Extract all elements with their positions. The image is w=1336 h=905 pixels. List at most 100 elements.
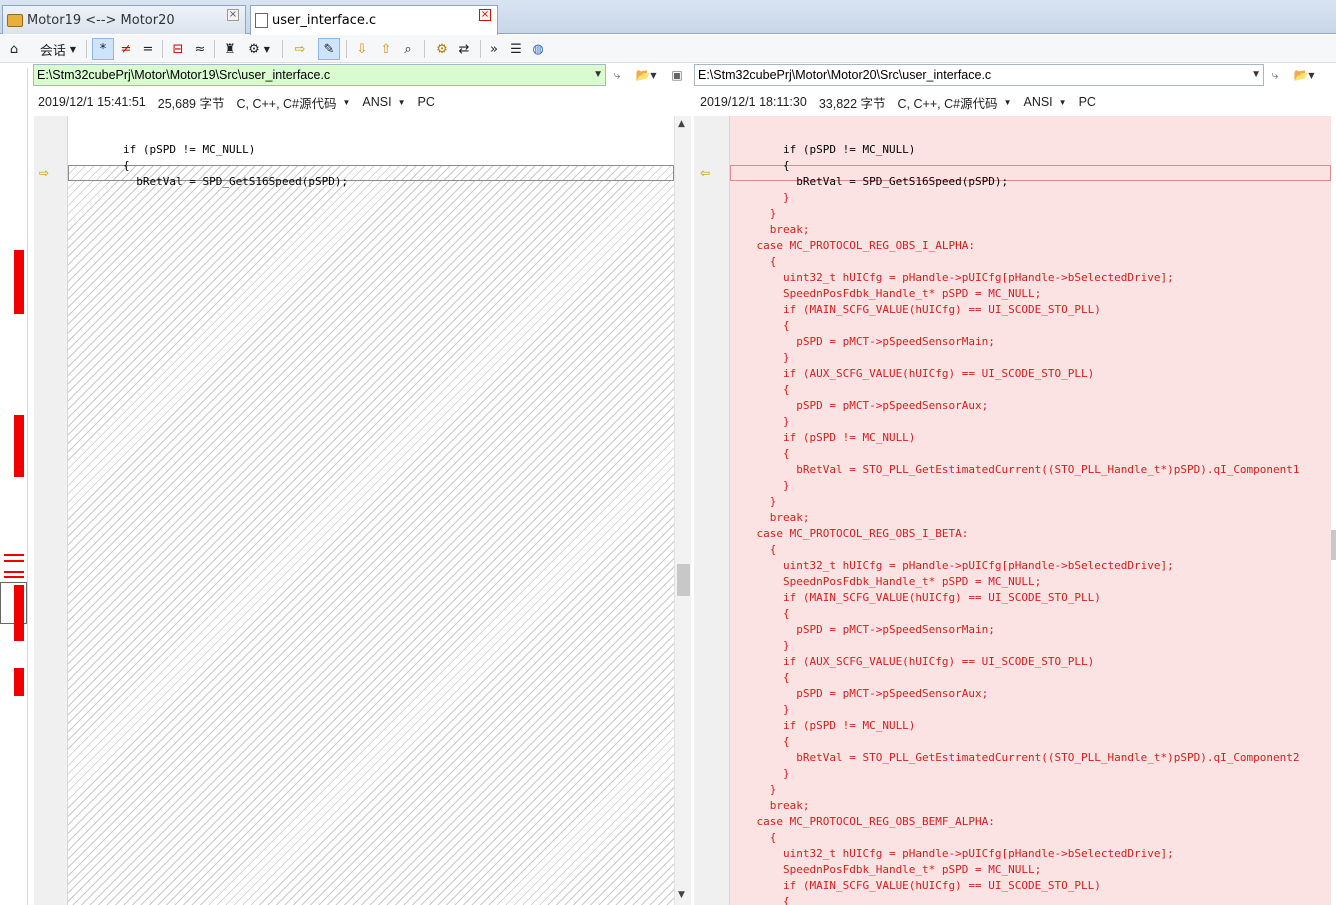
right-code-line: bRetVal = STO_PLL_GetEstimatedCurrent((S… xyxy=(730,463,1300,476)
toolbar: ⌂ 会话 ▼ * ≠ = ⊟ ≈ ♜ ⚙ ▼ ⇨ ✎ ⇩ ⇧ ⌕ ⚙ ⇄ » ☰ ◍ xyxy=(0,35,1336,63)
right-code-line: SpeednPosFdbk_Handle_t* pSPD = MC_NULL; xyxy=(730,863,1042,876)
folder-icon xyxy=(7,13,23,27)
right-code-line: uint32_t hUICfg = pHandle->pUICfg[pHandl… xyxy=(730,847,1174,860)
next-section-icon[interactable]: ⇨ xyxy=(290,38,310,60)
left-scrollbar[interactable]: ▲ ▼ xyxy=(674,116,691,905)
refresh-icon[interactable]: ⤷ xyxy=(608,66,626,84)
right-code-line: if (MAIN_SCFG_VALUE(hUICfg) == UI_SCODE_… xyxy=(730,591,1101,604)
swap-icon[interactable]: ⇄ xyxy=(454,38,474,60)
options-icon[interactable]: ⚙ xyxy=(432,38,452,60)
right-code-line: uint32_t hUICfg = pHandle->pUICfg[pHandl… xyxy=(730,559,1174,572)
left-file-info: 2019/12/1 15:41:51 25,689 字节 C, C++, C#源… xyxy=(38,92,447,112)
right-code-line: } xyxy=(730,783,777,796)
right-format[interactable]: C, C++, C#源代码 xyxy=(898,93,998,112)
session-label: 会话 xyxy=(39,43,66,59)
left-code-pane[interactable]: if (pSPD != MC_NULL) { bRetVal = SPD_Get… xyxy=(70,116,674,905)
right-size: 33,822 字节 xyxy=(818,96,886,111)
save-icon[interactable]: ▣ xyxy=(668,66,686,84)
right-code-line: } xyxy=(730,351,790,364)
right-code-line: } xyxy=(730,495,777,508)
left-code-line: { xyxy=(70,159,130,172)
right-code-line: break; xyxy=(730,799,810,812)
right-code-line: pSPD = pMCT->pSpeedSensorMain; xyxy=(730,335,995,348)
diff-context-icon[interactable]: ⊟ xyxy=(168,38,188,60)
right-date: 2019/12/1 18:11:30 xyxy=(700,95,807,109)
format-icon[interactable]: ⚙ ▼ xyxy=(244,38,274,60)
right-code-line: if (MAIN_SCFG_VALUE(hUICfg) == UI_SCODE_… xyxy=(730,303,1101,316)
chevron-down-icon[interactable]: ▼ xyxy=(593,65,603,85)
right-code-line: SpeednPosFdbk_Handle_t* pSPD = MC_NULL; xyxy=(730,575,1042,588)
right-code-line: } xyxy=(730,415,790,428)
open-folder-icon[interactable]: 📂 ▼ xyxy=(1288,66,1320,84)
right-code-line: if (AUX_SCFG_VALUE(hUICfg) == UI_SCODE_S… xyxy=(730,655,1095,668)
list-icon[interactable]: ☰ xyxy=(506,38,526,60)
right-line-ending[interactable]: PC xyxy=(1079,95,1096,109)
right-code-line: break; xyxy=(730,223,810,236)
left-line-ending[interactable]: PC xyxy=(418,95,435,109)
right-file-info: 2019/12/1 18:11:30 33,822 字节 C, C++, C#源… xyxy=(700,92,1108,112)
not-equal-button[interactable]: ≠ xyxy=(116,38,136,60)
left-size: 25,689 字节 xyxy=(157,96,225,111)
right-code-line: } xyxy=(730,479,790,492)
home-icon[interactable]: ⌂ xyxy=(4,38,24,60)
refresh-icon[interactable]: ⤷ xyxy=(1266,66,1284,84)
tab-file-title: user_interface.c xyxy=(272,13,377,28)
right-code-line: } xyxy=(730,639,790,652)
equal-button[interactable]: = xyxy=(138,38,158,60)
chevron-down-icon[interactable]: ▼ xyxy=(1251,65,1261,85)
right-scroll-thumb[interactable] xyxy=(1331,530,1336,560)
prev-diff-icon[interactable]: ⇧ xyxy=(376,38,396,60)
chevron-down-icon: ▼ xyxy=(69,44,77,54)
scroll-up-icon[interactable]: ▲ xyxy=(678,119,685,129)
right-code-line: pSPD = pMCT->pSpeedSensorAux; xyxy=(730,399,989,412)
document-icon xyxy=(255,13,268,28)
right-path-input[interactable]: E:\Stm32cubePrj\Motor\Motor20\Src\user_i… xyxy=(694,64,1264,86)
right-code-line: } xyxy=(730,767,790,780)
close-icon[interactable]: × xyxy=(479,9,491,21)
right-code-line: { xyxy=(730,735,790,748)
right-path-text: E:\Stm32cubePrj\Motor\Motor20\Src\user_i… xyxy=(698,68,992,82)
expand-icon[interactable]: » xyxy=(484,38,504,60)
similar-button[interactable]: ≈ xyxy=(190,38,210,60)
right-encoding[interactable]: ANSI xyxy=(1023,95,1052,109)
right-code-line: { xyxy=(730,447,790,460)
current-diff-arrow-icon: ⇦ xyxy=(700,166,711,180)
tab-session[interactable]: Motor19 <--> Motor20 × xyxy=(2,5,246,34)
tab-session-title: Motor19 <--> Motor20 xyxy=(27,12,175,28)
right-code-line: { xyxy=(730,319,790,332)
close-icon[interactable]: × xyxy=(227,9,239,21)
chevron-down-icon[interactable]: ▼ xyxy=(1004,98,1012,107)
tab-file[interactable]: user_interface.c × xyxy=(250,5,498,35)
right-code-line: bRetVal = SPD_GetS16Speed(pSPD); xyxy=(730,175,1009,188)
right-code-line: { xyxy=(730,831,777,844)
next-diff-icon[interactable]: ⇩ xyxy=(352,38,372,60)
current-diff-arrow-icon: ⇨ xyxy=(39,166,50,180)
right-code-line: pSPD = pMCT->pSpeedSensorMain; xyxy=(730,623,995,636)
find-icon[interactable]: ⌕ xyxy=(398,38,418,60)
globe-icon[interactable]: ◍ xyxy=(528,38,548,60)
left-format[interactable]: C, C++, C#源代码 xyxy=(236,93,336,112)
right-code-line: } xyxy=(730,191,790,204)
diff-overview[interactable] xyxy=(0,68,28,905)
tab-bar: Motor19 <--> Motor20 × user_interface.c … xyxy=(0,0,1336,35)
right-code-pane[interactable]: if (pSPD != MC_NULL) { bRetVal = SPD_Get… xyxy=(730,116,1331,905)
left-code-line: bRetVal = SPD_GetS16Speed(pSPD); xyxy=(70,175,349,188)
right-code-line: if (pSPD != MC_NULL) xyxy=(730,431,916,444)
open-folder-icon[interactable]: 📂 ▼ xyxy=(630,66,662,84)
all-diff-button[interactable]: * xyxy=(92,38,114,60)
chevron-down-icon[interactable]: ▼ xyxy=(398,98,406,107)
right-gutter xyxy=(694,116,730,905)
scroll-down-icon[interactable]: ▼ xyxy=(678,890,685,900)
rules-icon[interactable]: ♜ xyxy=(220,38,240,60)
left-encoding[interactable]: ANSI xyxy=(362,95,391,109)
left-path-input[interactable]: E:\Stm32cubePrj\Motor\Motor19\Src\user_i… xyxy=(33,64,606,86)
right-code-line: { xyxy=(730,607,790,620)
scroll-thumb[interactable] xyxy=(677,564,690,596)
chevron-down-icon[interactable]: ▼ xyxy=(1059,98,1067,107)
chevron-down-icon[interactable]: ▼ xyxy=(343,98,351,107)
session-menu-button[interactable]: 会话 ▼ xyxy=(34,38,82,60)
right-code-line: { xyxy=(730,383,790,396)
right-code-line: } xyxy=(730,207,777,220)
edit-icon[interactable]: ✎ xyxy=(318,38,340,60)
right-code-line: { xyxy=(730,895,790,905)
